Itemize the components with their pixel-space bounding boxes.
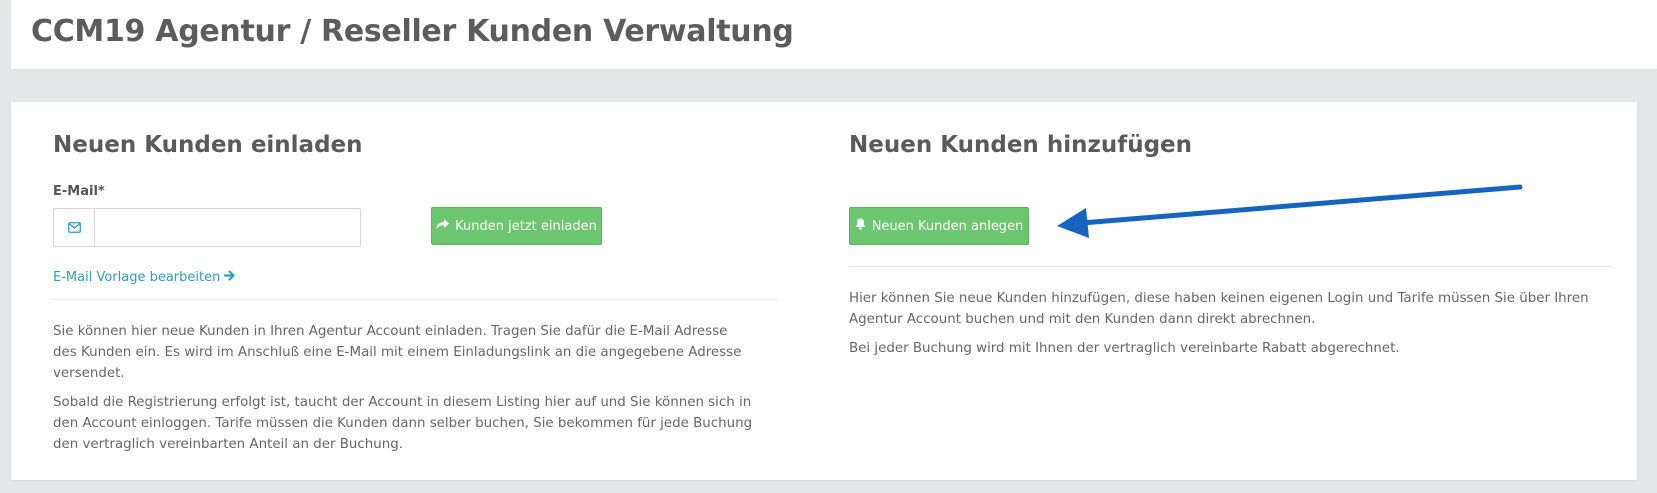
add-description-paragraph-1: Hier können Sie neue Kunden hinzufügen, … — [849, 291, 1589, 327]
email-field[interactable] — [95, 209, 360, 246]
customer-management-card: Neuen Kunden einladen E-Mail* Kunden jet… — [11, 102, 1637, 480]
bell-icon — [855, 218, 866, 234]
email-label: E-Mail* — [53, 184, 105, 199]
create-customer-button-label: Neuen Kunden anlegen — [871, 218, 1024, 234]
invite-description-paragraph-1: Sie können hier neue Kunden in Ihren Age… — [53, 324, 742, 381]
invite-customer-button-label: Kunden jetzt einladen — [455, 218, 597, 234]
email-input-group — [53, 208, 361, 247]
add-section-heading: Neuen Kunden hinzufügen — [849, 132, 1193, 158]
divider — [53, 299, 777, 300]
arrow-right-icon — [224, 270, 235, 285]
page-title: CCM19 Agentur / Reseller Kunden Verwaltu… — [31, 14, 794, 49]
invite-description-paragraph-2: Sobald die Registrierung erfolgt ist, ta… — [53, 395, 753, 452]
divider — [849, 266, 1613, 267]
invite-customer-button[interactable]: Kunden jetzt einladen — [431, 207, 602, 245]
edit-email-template-link-label: E-Mail Vorlage bearbeiten — [53, 270, 221, 285]
page-header: CCM19 Agentur / Reseller Kunden Verwaltu… — [11, 0, 1657, 69]
envelope-icon — [54, 209, 95, 246]
create-customer-button[interactable]: Neuen Kunden anlegen — [849, 207, 1029, 245]
invite-section-heading: Neuen Kunden einladen — [53, 132, 363, 158]
edit-email-template-link[interactable]: E-Mail Vorlage bearbeiten — [53, 270, 235, 285]
share-arrow-icon — [436, 218, 450, 234]
add-description-paragraph-2: Bei jeder Buchung wird mit Ihnen der ver… — [849, 341, 1400, 356]
